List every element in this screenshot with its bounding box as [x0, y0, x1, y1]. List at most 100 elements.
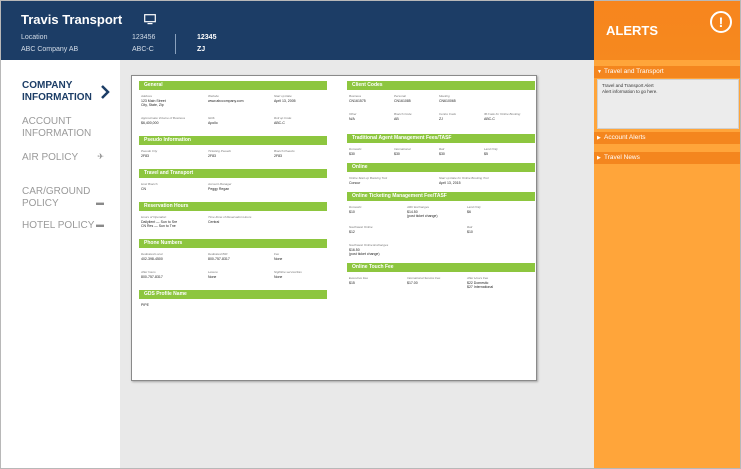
branch-number: 12345: [197, 34, 217, 41]
field-other: Other N/A: [349, 112, 357, 121]
field-nightline: Nightline service/Fax None: [274, 270, 302, 279]
field-rollup-code: Roll up Code ABC-C: [274, 116, 292, 125]
field-branch-code: Branch Code AB: [394, 112, 412, 121]
alerts-panel: ALERTS ! ▼ Travel and Transport Travel a…: [594, 1, 740, 468]
field-agent-land-only: Land Only $5: [484, 147, 498, 156]
sidebar-item-label: HOTEL POLICY: [22, 220, 95, 231]
field-gds-profile-name: PIPE: [141, 303, 149, 307]
alert-section-label: Travel News: [604, 154, 640, 161]
alert-section-label: Travel and Transport: [604, 68, 664, 75]
field-website: Website www.abccompany.com: [208, 94, 244, 103]
section-online-fee: Domestic $10 ARC Exchanges $14.50 (post …: [347, 201, 535, 263]
section-travel: Host Branch CN Account Manager Peggy Reg…: [139, 178, 327, 202]
section-online-fee-header: Online Ticketing Management Fee/TASF: [347, 192, 535, 201]
field-online-domestic: Domestic $10: [349, 205, 362, 214]
app-window: Travis Transport Location ABC Company AB…: [0, 0, 741, 469]
sidebar-item-hotel-policy[interactable]: HOTEL POLICY ▬: [22, 220, 114, 232]
section-pseudo-header: Pseudo Information: [139, 136, 327, 145]
section-hours: Hours of Operation Dailylient — Sun to S…: [139, 211, 327, 239]
field-meeting: Meeting CN610065: [439, 94, 456, 103]
field-dedicated-local: Dedicated Local 402-398-4500: [141, 252, 163, 261]
section-general-header: General: [139, 81, 327, 90]
sidebar-item-label: CAR/GROUND POLICY: [22, 186, 91, 209]
field-international-service-fee: International Service Fee $17.00: [407, 276, 441, 285]
field-arc-exchanges: ARC Exchanges $14.50 (post ticket change…: [407, 205, 438, 218]
triangle-right-icon: ▶: [597, 135, 601, 141]
field-online-tool: Online Start up Booking Tool Concur: [349, 176, 388, 185]
field-account-manager: Account Manager Peggy Regan: [208, 182, 232, 191]
field-after-hours-fee: After Hours Fee $22 Domestic $27 Interna…: [467, 276, 494, 289]
field-pseudo-city: Pseudo City 2F83: [141, 149, 158, 158]
alert-section-label: Account Alerts: [604, 134, 646, 141]
chevron-right-icon: [101, 85, 110, 99]
field-southwest-exchanges: Southwest Online Exchanges $16.50 (post …: [349, 243, 389, 256]
field-hours-of-operation: Hours of Operation Dailylient — Sun to S…: [141, 215, 178, 228]
branch-code: ZJ: [197, 46, 206, 53]
account-code: ABC-C: [132, 46, 154, 53]
exclamation-icon: !: [710, 11, 732, 33]
section-general: Address 123 Main Street City, State, Zip…: [139, 90, 327, 136]
field-centre-code: Centre Code ZJ: [439, 112, 457, 121]
section-touch-fee-header: Online Touch Fee: [347, 263, 535, 272]
alerts-title: ALERTS: [606, 23, 658, 38]
sidebar: COMPANY INFORMATION ACCOUNT INFORMATION …: [1, 60, 120, 468]
field-agent-international: International $30: [394, 147, 411, 156]
field-online-land-only: Land Only $6: [467, 205, 481, 214]
section-client-codes: Business CN161575 Personal CN161085 Meet…: [347, 90, 535, 134]
header-bar: Travis Transport Location ABC Company AB…: [1, 1, 594, 60]
section-phones-header: Phone Numbers: [139, 239, 327, 248]
section-online: Online Start up Booking Tool Concur Star…: [347, 172, 535, 192]
sidebar-item-account-information[interactable]: ACCOUNT INFORMATION: [22, 116, 114, 140]
field-agent-domestic: Domestic $30: [349, 147, 362, 156]
location-value[interactable]: ABC Company AB: [21, 46, 78, 53]
field-leisure: Leisure None: [208, 270, 218, 279]
section-travel-header: Travel and Transport: [139, 169, 327, 178]
sidebar-item-label: AIR POLICY: [22, 152, 79, 163]
main-content: General Address 123 Main Street City, St…: [120, 60, 594, 468]
section-gds-profile-header: GDS Profile Name: [139, 290, 327, 299]
sidebar-item-car-ground-policy[interactable]: CAR/GROUND POLICY ▬: [22, 186, 114, 210]
section-agent-fees: Domestic $30 International $30 Rail $30 …: [347, 143, 535, 163]
field-business: Business CN161575: [349, 94, 366, 103]
alert-section-account-alerts[interactable]: ▶ Account Alerts: [594, 132, 740, 144]
field-ib-code: IB Code for Online Booking ABC-C: [484, 112, 521, 121]
field-agent-rail: Rail $30: [439, 147, 445, 156]
field-branch-pseudo: Branch Pseudo 2F83: [274, 149, 295, 158]
brand-name: Travis Transport: [21, 12, 123, 27]
location-label: Location: [21, 34, 48, 41]
car-icon: ▬: [96, 198, 104, 207]
field-fax: Fax None: [274, 252, 283, 261]
airplane-icon: ✈: [97, 152, 104, 161]
field-ticketing-pseudo: Ticketing Pseudo 2F83: [208, 149, 231, 158]
alerts-header: ALERTS !: [594, 1, 740, 60]
company-information-document: General Address 123 Main Street City, St…: [131, 75, 537, 381]
section-phones: Dedicated Local 402-398-4500 Dedicated 8…: [139, 248, 327, 290]
field-executive-fee: Executive Fee $15: [349, 276, 369, 285]
field-gds: GDS Apollo: [208, 116, 218, 125]
header-divider: [175, 34, 176, 54]
field-online-rail: Rail $10: [467, 225, 473, 234]
alert-section-travel-news[interactable]: ▶ Travel News: [594, 152, 740, 164]
field-personal: Personal CN161085: [394, 94, 411, 103]
document-right-column: Client Codes Business CN161575 Personal …: [347, 81, 535, 302]
alert-message-text: Alert information to go here.: [602, 89, 658, 94]
section-gds-profile: PIPE: [139, 299, 327, 313]
field-startup-date: Start up Date April 13, 2005: [274, 94, 296, 103]
triangle-down-icon: ▼: [597, 69, 602, 75]
account-number: 123456: [132, 34, 156, 41]
section-pseudo: Pseudo City 2F83 Ticketing Pseudo 2F83 B…: [139, 145, 327, 169]
monitor-icon[interactable]: [144, 14, 156, 25]
sidebar-item-air-policy[interactable]: AIR POLICY ✈: [22, 152, 114, 164]
alert-section-travel-and-transport[interactable]: ▼ Travel and Transport: [594, 66, 740, 78]
section-client-codes-header: Client Codes: [347, 81, 535, 90]
field-online-start-date: Start up Date for Online Booking Tool Ap…: [439, 176, 489, 185]
field-host-branch: Host Branch CN: [141, 182, 158, 191]
field-address: Address 123 Main Street City, State, Zip: [141, 94, 166, 107]
field-southwest-online: Southwest Online $12: [349, 225, 373, 234]
bed-icon: ▬: [96, 220, 104, 229]
document-left-column: General Address 123 Main Street City, St…: [139, 81, 327, 313]
sidebar-item-label: COMPANY INFORMATION: [22, 80, 92, 103]
alert-message: Travel and Transport Alert Alert informa…: [597, 79, 739, 129]
section-online-header: Online: [347, 163, 535, 172]
sidebar-item-label: ACCOUNT INFORMATION: [22, 116, 92, 139]
